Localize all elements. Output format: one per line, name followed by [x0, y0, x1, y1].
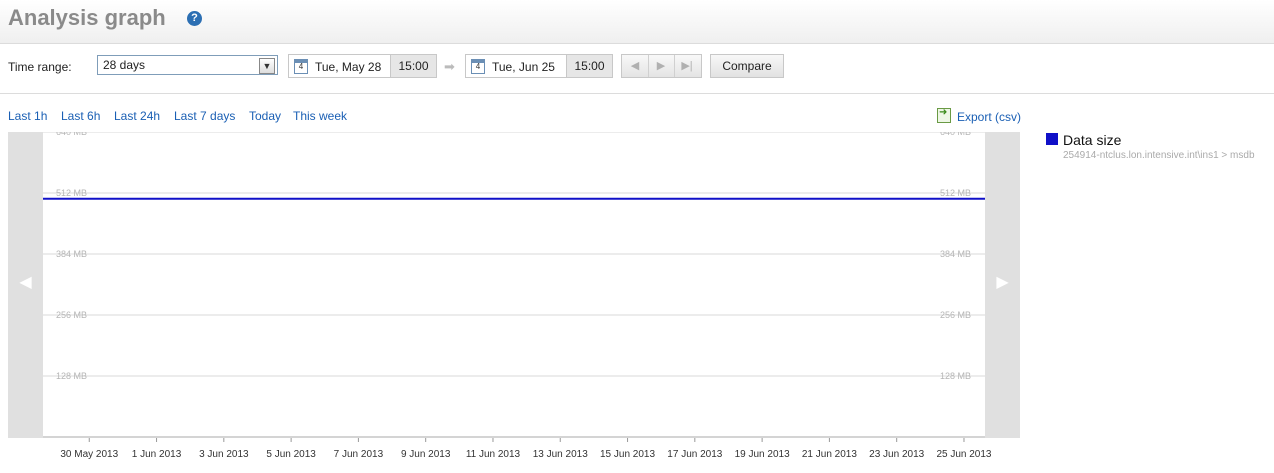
x-axis: 30 May 2013 1 Jun 2013 3 Jun 2013 5 Jun 201…: [60, 438, 992, 460]
start-date: Tue, May 28: [315, 60, 382, 74]
help-icon[interactable]: ?: [187, 11, 202, 26]
end-time[interactable]: 15:00: [566, 55, 612, 77]
x-tick-label: 1 Jun 2013: [132, 449, 182, 460]
x-tick-label: 5 Jun 2013: [266, 449, 316, 460]
chevron-down-icon[interactable]: ▼: [259, 58, 275, 74]
compare-button[interactable]: Compare: [710, 54, 784, 78]
y-tick-label-left: 384 MB: [56, 249, 87, 259]
export-csv-link[interactable]: Export (csv): [937, 107, 1022, 124]
time-range-toolbar: Time range: 28 days ▼ 4 Tue, May 28 15:0…: [0, 45, 1274, 94]
chart-area: ◀ ▶ 640 MB 640 MB 512 MB 512 MB 384 MB 384 MB…: [8, 132, 1020, 438]
end-date: Tue, Jun 25: [492, 60, 555, 74]
latest-period-button[interactable]: ▶|: [674, 55, 700, 77]
y-tick-label-right: 256 MB: [940, 310, 971, 320]
period-nav-group: ◀ ▶ ▶|: [621, 54, 702, 78]
x-tick-label: 23 Jun 2013: [869, 449, 924, 460]
y-tick-label-right: 512 MB: [940, 188, 971, 198]
x-tick-label: 9 Jun 2013: [401, 449, 451, 460]
time-range-value: 28 days: [103, 58, 146, 72]
x-tick-label: 3 Jun 2013: [199, 449, 249, 460]
legend-series-name: Data size: [1063, 132, 1122, 148]
y-tick-label-right: 384 MB: [940, 249, 971, 259]
x-tick-label: 19 Jun 2013: [735, 449, 790, 460]
x-tick-label: 15 Jun 2013: [600, 449, 655, 460]
previous-period-button[interactable]: ◀: [622, 55, 649, 77]
quick-range-this-week[interactable]: This week: [293, 109, 347, 123]
time-range-select[interactable]: 28 days ▼: [97, 55, 278, 75]
data-size-chart: 640 MB 640 MB 512 MB 512 MB 384 MB 384 MB 256 …: [43, 132, 985, 438]
quick-range-last-24h[interactable]: Last 24h: [114, 109, 160, 123]
page-title: Analysis graph: [8, 5, 166, 30]
x-tick-label: 7 Jun 2013: [334, 449, 384, 460]
x-tick-label: 25 Jun 2013: [936, 449, 991, 460]
calendar-icon[interactable]: 4: [294, 59, 308, 74]
x-tick-label: 11 Jun 2013: [466, 449, 521, 460]
y-tick-label-right: 640 MB: [940, 132, 971, 137]
next-period-button[interactable]: ▶: [648, 55, 675, 77]
export-icon: [937, 107, 951, 123]
quick-range-last-6h[interactable]: Last 6h: [61, 109, 100, 123]
calendar-icon[interactable]: 4: [471, 59, 485, 74]
legend-swatch: [1046, 133, 1058, 145]
y-tick-label-left: 512 MB: [56, 188, 87, 198]
y-tick-label-right: 128 MB: [940, 371, 971, 381]
quick-range-last-7-days[interactable]: Last 7 days: [174, 109, 235, 123]
x-tick-label: 30 May 2013: [60, 449, 118, 460]
start-date-field[interactable]: 4 Tue, May 28 15:00: [288, 54, 437, 78]
y-tick-label-left: 256 MB: [56, 310, 87, 320]
time-range-label: Time range:: [8, 60, 72, 74]
quick-range-last-1h[interactable]: Last 1h: [8, 109, 47, 123]
end-date-field[interactable]: 4 Tue, Jun 25 15:00: [465, 54, 613, 78]
x-tick-label: 13 Jun 2013: [533, 449, 588, 460]
y-tick-label-left: 128 MB: [56, 371, 87, 381]
page-header: Analysis graph ?: [0, 0, 1274, 44]
start-time[interactable]: 15:00: [390, 55, 436, 77]
y-tick-label-left: 640 MB: [56, 132, 87, 137]
x-tick-label: 17 Jun 2013: [667, 449, 722, 460]
legend-series-source: 254914-ntclus.lon.intensive.int\ins1 > m…: [1063, 150, 1255, 161]
quick-range-today[interactable]: Today: [249, 109, 281, 123]
arrow-right-icon: ➡: [444, 59, 455, 74]
export-label: Export (csv): [957, 110, 1022, 124]
x-tick-label: 21 Jun 2013: [802, 449, 857, 460]
